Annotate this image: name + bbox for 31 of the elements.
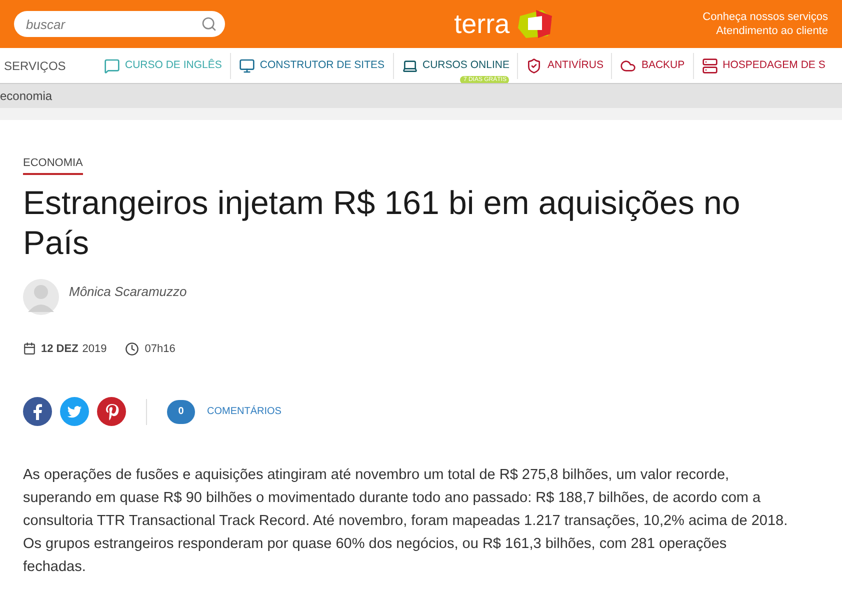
laptop-icon[interactable] (402, 58, 418, 74)
author-name[interactable]: Mônica Scaramuzzo (69, 282, 187, 302)
nav-link[interactable]: ANTIVÍRUS (547, 58, 604, 74)
cloud-icon[interactable] (620, 58, 636, 74)
calendar-icon (23, 342, 36, 356)
nav-link[interactable]: BACKUP (641, 58, 685, 74)
time-text: 07h16 (144, 342, 176, 356)
nav-link[interactable]: CURSOS ONLINE (422, 58, 510, 74)
facebook-icon[interactable] (23, 397, 52, 426)
clock-icon (124, 342, 139, 356)
logo-icon (516, 8, 554, 40)
date-day: 12 DEZ (41, 340, 78, 357)
search-field[interactable]: buscar (14, 11, 225, 37)
monitor-icon[interactable] (238, 58, 255, 74)
comment-count-bubble[interactable]: 0 (167, 400, 195, 424)
nav-link[interactable]: HOSPEDAGEM DE S (722, 58, 826, 74)
chat-icon[interactable] (104, 58, 120, 74)
section-link[interactable]: ECONOMIA (23, 155, 83, 174)
twitter-icon[interactable] (60, 397, 89, 426)
date-year: 2019 (82, 342, 107, 356)
nav-label: SERVIÇOS (3, 58, 67, 74)
article-body: As operações de fusões e aquisições atingiram até novembro um total de R$ 275,8 bilhões, um valor recorde, superando em quase R$ 90 bilhões o movimentado durante todo ano passado: R$ 188,7 bilhões, de acordo com a consultoria TTR Transactional Track Record. Até novembro, foram mapeadas 1.217 transações, 10,2% acima de 2018. Os grupos estrangeiros responderam por quase 60% dos negócios, ou R$ 161,3 bilhões, com 281 operações fechadas. (23, 466, 789, 577)
search-icon[interactable] (201, 16, 217, 32)
pinterest-icon[interactable] (97, 397, 126, 426)
nav-link[interactable]: CONSTRUTOR DE SITES (260, 58, 385, 74)
avatar-icon (23, 278, 59, 314)
breadcrumb-link[interactable]: economia (0, 87, 52, 105)
article-title: Estrangeiros injetam R$ 161 bi em aquisições no País (23, 182, 742, 262)
shield-icon[interactable] (526, 58, 542, 74)
comments-link[interactable]: COMENTÁRIOS (207, 404, 282, 419)
server-icon[interactable] (702, 58, 718, 74)
